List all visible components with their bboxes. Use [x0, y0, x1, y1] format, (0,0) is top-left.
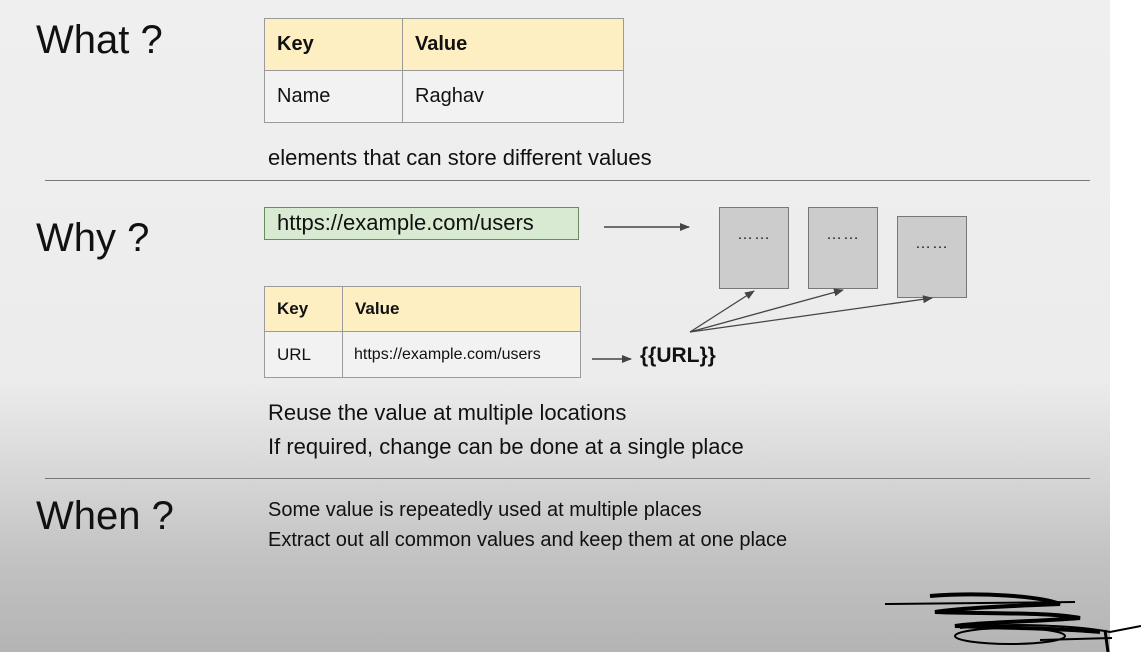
scribble-mark: [884, 592, 1141, 652]
